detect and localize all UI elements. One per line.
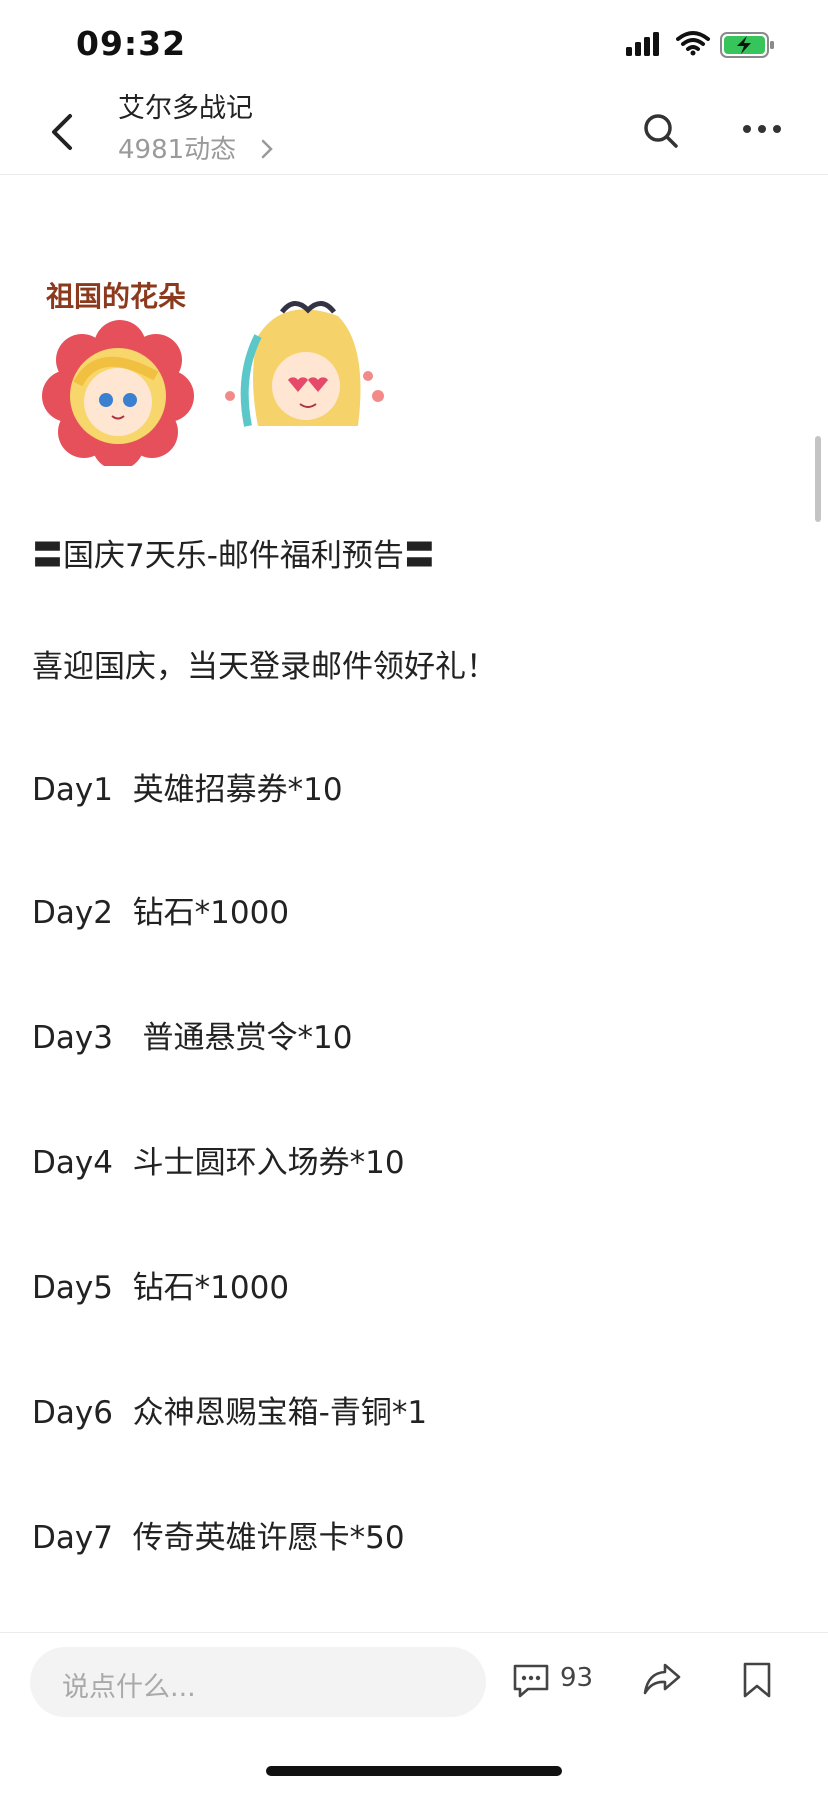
comment-input[interactable]: 说点什么...	[30, 1647, 486, 1717]
share-icon[interactable]	[642, 1661, 682, 1697]
reward-day-6: Day6 众神恩赐宝箱-青铜*1	[32, 1395, 428, 1431]
comment-placeholder: 说点什么...	[62, 1672, 196, 1703]
header-bar: 艾尔多战记 4981动态	[0, 80, 828, 175]
intro-text: 喜迎国庆，当天登录邮件领好礼！	[32, 649, 497, 685]
sticker-flower-girl-image: 祖国的花朵	[42, 280, 194, 466]
search-icon[interactable]	[642, 112, 680, 150]
comment-icon[interactable]	[512, 1663, 550, 1699]
sticker-heart-eyes-girl-image	[225, 301, 384, 427]
section-heading: 〓国庆7天乐-邮件福利预告〓	[32, 538, 435, 574]
page-title: 艾尔多战记	[118, 93, 253, 124]
chevron-right-icon	[261, 139, 273, 159]
svg-text:祖国的花朵: 祖国的花朵	[46, 280, 186, 313]
dynamics-link[interactable]: 4981动态	[118, 129, 288, 165]
bookmark-icon[interactable]	[742, 1661, 772, 1699]
more-options-icon[interactable]	[742, 124, 782, 134]
home-indicator[interactable]	[266, 1766, 562, 1776]
dynamics-count: 4981动态	[118, 135, 237, 165]
reward-day-5: Day5 钻石*1000	[32, 1270, 290, 1306]
battery-charging-icon	[720, 32, 774, 58]
status-time: 09:32	[76, 24, 187, 63]
reward-day-4: Day4 斗士圆环入场券*10	[32, 1145, 405, 1181]
post-content: 【马车快报】新活动「遗迹的宝藏」预告 祖国的花朵	[0, 156, 828, 1632]
reward-day-1: Day1 英雄招募券*10	[32, 772, 343, 808]
sticker-images: 祖国的花朵	[42, 280, 384, 466]
scroll-indicator[interactable]	[815, 436, 821, 522]
back-arrow-icon[interactable]	[46, 110, 80, 154]
reward-day-7: Day7 传奇英雄许愿卡*50	[32, 1520, 405, 1556]
wifi-icon	[676, 31, 710, 56]
reward-day-2: Day2 钻石*1000	[32, 895, 290, 931]
cellular-signal-icon	[626, 32, 659, 56]
comment-count: 93	[560, 1663, 594, 1693]
reward-day-3: Day3 普通悬赏令*10	[32, 1020, 353, 1056]
